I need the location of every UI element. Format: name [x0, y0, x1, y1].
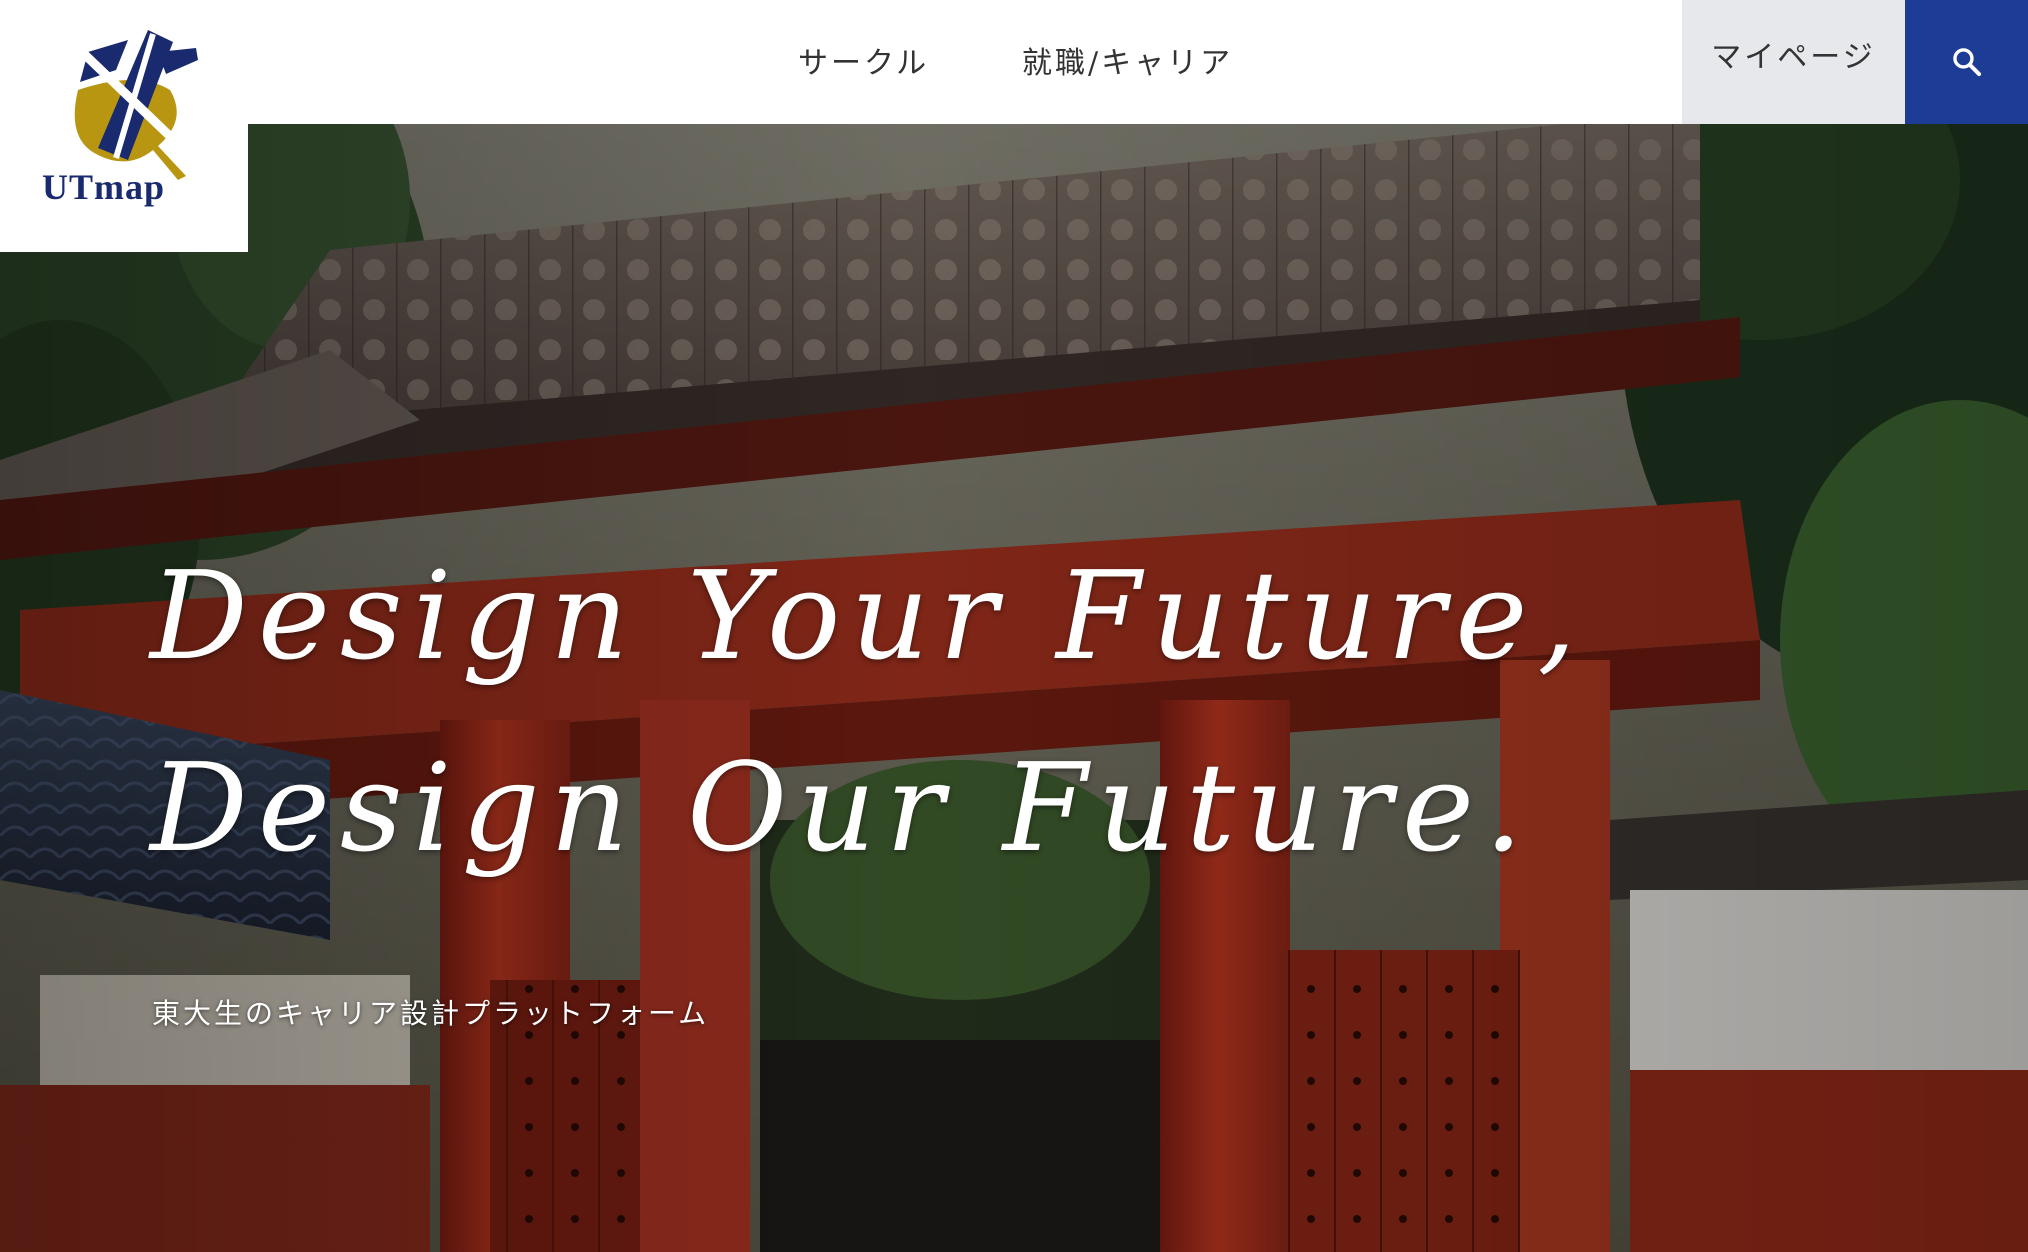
site-header: サークル 就職/キャリア マイページ	[0, 0, 2028, 124]
utmap-logo-icon	[74, 30, 198, 180]
mypage-button[interactable]: マイページ	[1682, 0, 1905, 124]
search-icon	[1952, 48, 1981, 77]
hero-section: Design Your Future, Design Our Future. 東…	[0, 0, 2028, 1252]
main-nav: サークル 就職/キャリア マイページ	[0, 0, 2028, 124]
search-button[interactable]	[1905, 0, 2028, 124]
nav-link-circle[interactable]: サークル	[798, 38, 929, 82]
page: Design Your Future, Design Our Future. 東…	[0, 0, 2028, 1252]
mypage-button-label: マイページ	[1711, 40, 1876, 75]
hero-title: Design Your Future, Design Our Future.	[150, 520, 1586, 904]
hero-title-line1: Design Your Future,	[150, 545, 1587, 687]
hero-title-line2: Design Our Future.	[150, 737, 1533, 879]
logo-link[interactable]: UTmap	[0, 0, 248, 252]
nav-link-career[interactable]: 就職/キャリア	[1022, 38, 1233, 82]
logo-text: UTmap	[42, 167, 166, 207]
hero-subtitle: 東大生のキャリア設計プラットフォーム	[152, 997, 710, 1030]
